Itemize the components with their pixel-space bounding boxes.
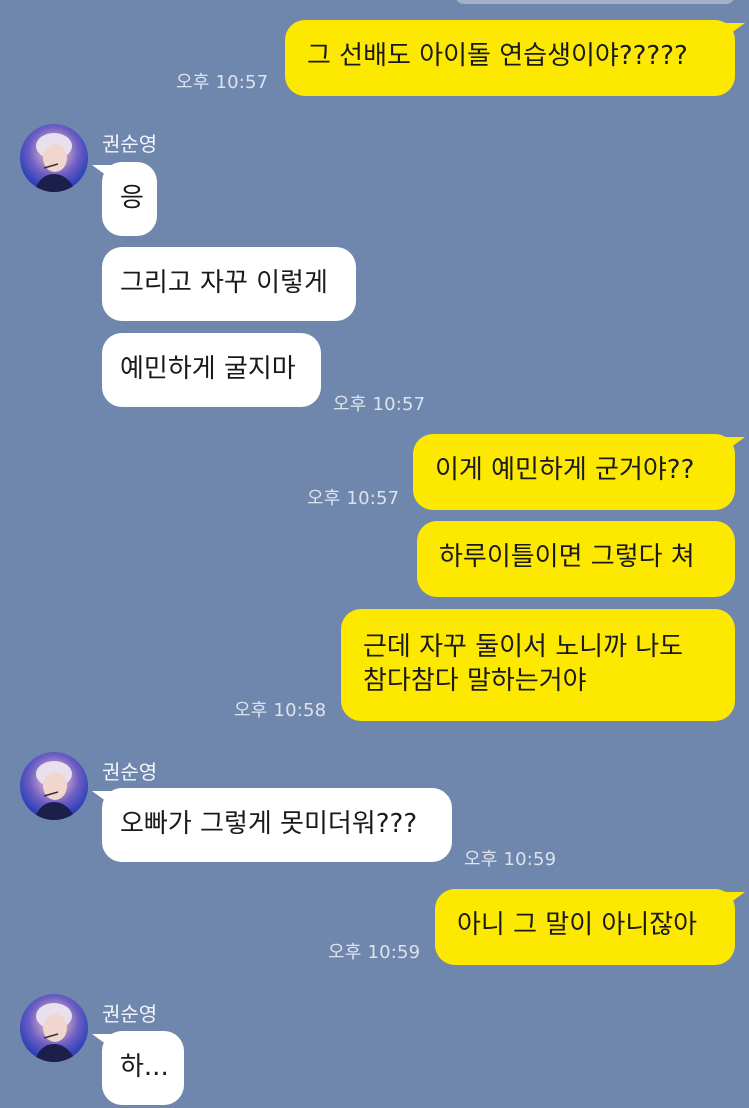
my-message-bubble[interactable]: 아니 그 말이 아니잖아 <box>435 889 745 965</box>
their-message-bubble[interactable]: 오빠가 그렇게 못미더워??? <box>92 788 452 862</box>
message-text: 하루이틀이면 그렇다 쳐 <box>439 542 695 572</box>
message-text: 응 <box>120 183 144 213</box>
my-message-bubble[interactable]: 이게 예민하게 군거야?? <box>413 434 745 510</box>
my-message-bubble[interactable]: 근데 자꾸 둘이서 노니까 나도 참다참다 말하는거야 <box>341 609 735 721</box>
avatar-photo-icon <box>34 761 76 820</box>
message-text: 아니 그 말이 아니잖아 <box>457 910 698 940</box>
my-message-bubble[interactable]: 하루이틀이면 그렇다 쳐 <box>417 521 735 597</box>
message-timestamp: 오후 10:57 <box>176 72 269 93</box>
their-message-bubble[interactable]: 하... <box>92 1031 184 1105</box>
message-text: 하... <box>120 1052 169 1082</box>
their-message-bubble[interactable]: 응 <box>92 162 157 236</box>
message-timestamp: 오후 10:57 <box>307 488 400 509</box>
their-message-bubble[interactable]: 그리고 자꾸 이렇게 <box>102 247 356 321</box>
contact-avatar[interactable] <box>20 124 88 192</box>
previous-message-bubble <box>455 0 735 4</box>
message-timestamp: 오후 10:59 <box>328 942 421 963</box>
contact-name: 권순영 <box>102 132 158 156</box>
message-text-line: 참다참다 말하는거야 <box>363 666 587 696</box>
their-message-bubble[interactable]: 예민하게 굴지마 <box>102 333 321 407</box>
message-text: 예민하게 굴지마 <box>120 354 296 384</box>
my-message-bubble[interactable]: 그 선배도 아이돌 연습생이야????? <box>285 20 745 96</box>
contact-name: 권순영 <box>102 760 158 784</box>
message-text-line: 근데 자꾸 둘이서 노니까 나도 <box>363 632 684 662</box>
avatar-photo-icon <box>34 133 76 192</box>
avatar-photo-icon <box>34 1003 76 1062</box>
message-text: 그리고 자꾸 이렇게 <box>120 268 328 298</box>
message-text: 이게 예민하게 군거야?? <box>435 455 695 485</box>
contact-avatar[interactable] <box>20 752 88 820</box>
message-timestamp: 오후 10:57 <box>333 394 426 415</box>
contact-name: 권순영 <box>102 1002 158 1026</box>
message-text: 오빠가 그렇게 못미더워??? <box>120 809 418 839</box>
message-timestamp: 오후 10:58 <box>234 700 327 721</box>
contact-avatar[interactable] <box>20 994 88 1062</box>
message-text: 그 선배도 아이돌 연습생이야????? <box>307 41 688 71</box>
message-timestamp: 오후 10:59 <box>464 849 557 870</box>
